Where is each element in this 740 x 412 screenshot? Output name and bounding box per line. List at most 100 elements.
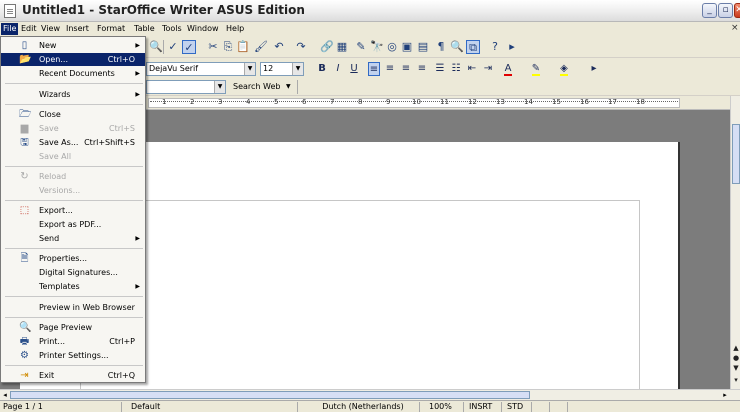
language-indicator[interactable]: Dutch (Netherlands) (304, 402, 420, 412)
menu-item-save-as[interactable]: 🖫 Save As... Ctrl+Shift+S (1, 136, 145, 149)
close-document-icon[interactable]: × (731, 23, 739, 33)
export-icon: ⬚ (19, 205, 30, 216)
search-web-button[interactable]: Search Web (233, 82, 280, 91)
data-sources-icon[interactable]: ▤ (416, 40, 430, 54)
scrollbar-thumb[interactable] (732, 124, 740, 184)
page-preview-tool-icon[interactable]: 🔍 (149, 40, 163, 54)
navigator-icon[interactable]: ◎ (385, 40, 399, 54)
redo-icon[interactable]: ↷ (294, 40, 308, 54)
menu-item-save-all[interactable]: Save All (1, 150, 145, 163)
chevron-down-icon[interactable]: ▼ (292, 63, 303, 75)
menu-item-print[interactable]: 🖶 Print... Ctrl+P (1, 335, 145, 348)
align-left-icon[interactable]: ≡ (368, 62, 380, 76)
menu-item-send[interactable]: Send ▶ (1, 232, 145, 245)
table-icon[interactable]: ▦ (335, 40, 349, 54)
menu-item-export-pdf[interactable]: Export as PDF... (1, 218, 145, 231)
font-color-icon[interactable]: A (502, 62, 514, 76)
minimize-button[interactable]: _ (702, 3, 717, 18)
vertical-scrollbar[interactable]: ▲ ● ▼ ▾ (730, 96, 740, 389)
autospellcheck-icon[interactable]: ✓ (182, 40, 196, 54)
menu-item-open[interactable]: 📂 Open... Ctrl+O (1, 53, 145, 66)
font-name-combo[interactable]: DejaVu Serif ▼ (146, 62, 256, 76)
menu-file[interactable]: File (1, 23, 19, 35)
menu-item-preview-web-browser[interactable]: Preview in Web Browser (1, 301, 145, 314)
menu-item-page-preview[interactable]: 🔍 Page Preview (1, 321, 145, 334)
menu-item-exit[interactable]: ⇥ Exit Ctrl+Q (1, 369, 145, 382)
menu-item-reload[interactable]: ↻ Reload (1, 170, 145, 183)
menu-item-recent-documents[interactable]: Recent Documents ▶ (1, 67, 145, 80)
previous-page-icon[interactable]: ▲ (731, 344, 740, 353)
underline-button[interactable]: U (348, 62, 360, 76)
page-style[interactable]: Default (128, 402, 298, 412)
scroll-down-icon[interactable]: ▾ (731, 376, 740, 385)
menu-view[interactable]: View (39, 23, 62, 35)
submenu-arrow-icon: ▶ (135, 283, 140, 290)
align-center-icon[interactable]: ≡ (384, 62, 396, 76)
menu-item-export[interactable]: ⬚ Export... (1, 204, 145, 217)
background-color-icon[interactable]: ◈ (558, 62, 570, 76)
zoom-level[interactable]: 100% (426, 402, 464, 412)
text-boundaries (80, 200, 640, 389)
menu-item-printer-settings[interactable]: ⚙ Printer Settings... (1, 349, 145, 362)
highlighting-icon[interactable]: ✎ (530, 62, 542, 76)
gallery-icon[interactable]: ▣ (400, 40, 414, 54)
menu-separator (5, 104, 143, 105)
justify-icon[interactable]: ≡ (416, 62, 428, 76)
chevron-down-icon[interactable]: ▼ (286, 83, 291, 90)
menu-item-save[interactable]: ▆ Save Ctrl+S (1, 122, 145, 135)
menu-item-digital-signatures[interactable]: Digital Signatures... (1, 266, 145, 279)
menu-item-wizards[interactable]: Wizards ▶ (1, 88, 145, 101)
chevron-down-icon[interactable]: ▼ (244, 63, 255, 75)
menu-edit[interactable]: Edit (19, 23, 39, 35)
horizontal-scrollbar[interactable]: ◂ ▸ (0, 389, 740, 400)
maximize-button[interactable]: ▫ (718, 3, 733, 18)
help-icon[interactable]: ? (488, 40, 502, 54)
menu-separator (5, 83, 143, 84)
increase-indent-icon[interactable]: ⇥ (482, 62, 494, 76)
zoom-icon[interactable]: 🔍 (450, 40, 464, 54)
menu-item-properties[interactable]: 🗎 Properties... (1, 252, 145, 265)
bold-button[interactable]: B (316, 62, 328, 76)
insert-mode[interactable]: INSRT (466, 402, 502, 412)
numbering-icon[interactable]: ☰ (434, 62, 446, 76)
scroll-left-icon[interactable]: ◂ (0, 390, 10, 400)
menu-item-templates[interactable]: Templates ▶ (1, 280, 145, 293)
cut-icon[interactable]: ✂ (206, 40, 220, 54)
chevron-down-icon[interactable]: ▼ (214, 81, 225, 93)
selection-mode[interactable]: STD (504, 402, 532, 412)
menu-window[interactable]: Window (185, 23, 221, 35)
draw-functions-icon[interactable]: ✎ (354, 40, 368, 54)
align-right-icon[interactable]: ≡ (400, 62, 412, 76)
format-paintbrush-icon[interactable]: 🖌 (254, 40, 268, 54)
menu-item-new[interactable]: ▯ New ▶ (1, 39, 145, 52)
close-window-button[interactable]: ✕ (734, 3, 740, 18)
toolbar-options-icon[interactable]: ▸ (505, 40, 519, 54)
menu-item-close[interactable]: 🗁 Close (1, 108, 145, 121)
decrease-indent-icon[interactable]: ⇤ (466, 62, 478, 76)
undo-icon[interactable]: ↶ (272, 40, 286, 54)
menu-tools[interactable]: Tools (160, 23, 184, 35)
menu-item-versions[interactable]: Versions... (1, 184, 145, 197)
next-page-icon[interactable]: ▼ (731, 364, 740, 373)
web-layout-icon[interactable]: ⧉ (466, 40, 480, 54)
scrollbar-thumb[interactable] (10, 391, 530, 399)
spellcheck-icon[interactable]: ✓ (166, 40, 180, 54)
paste-icon[interactable]: 📋 (236, 40, 250, 54)
toolbar-options-icon[interactable]: ▸ (588, 62, 600, 76)
font-size-combo[interactable]: 12 ▼ (260, 62, 304, 76)
menu-separator (5, 317, 143, 318)
formatting-marks-icon[interactable]: ¶ (434, 40, 448, 54)
hyperlink-icon[interactable]: 🔗 (320, 40, 334, 54)
scroll-right-icon[interactable]: ▸ (720, 390, 730, 400)
menu-format[interactable]: Format (95, 23, 127, 35)
toolbar-separator (297, 80, 298, 94)
find-replace-icon[interactable]: 🔭 (370, 40, 384, 54)
italic-button[interactable]: I (332, 62, 344, 76)
search-input[interactable]: ▼ (146, 80, 226, 94)
bullets-icon[interactable]: ☷ (450, 62, 462, 76)
menu-table[interactable]: Table (132, 23, 157, 35)
menu-insert[interactable]: Insert (64, 23, 91, 35)
copy-icon[interactable]: ⎘ (221, 40, 235, 54)
menu-help[interactable]: Help (224, 23, 246, 35)
navigation-icon[interactable]: ● (731, 354, 740, 363)
